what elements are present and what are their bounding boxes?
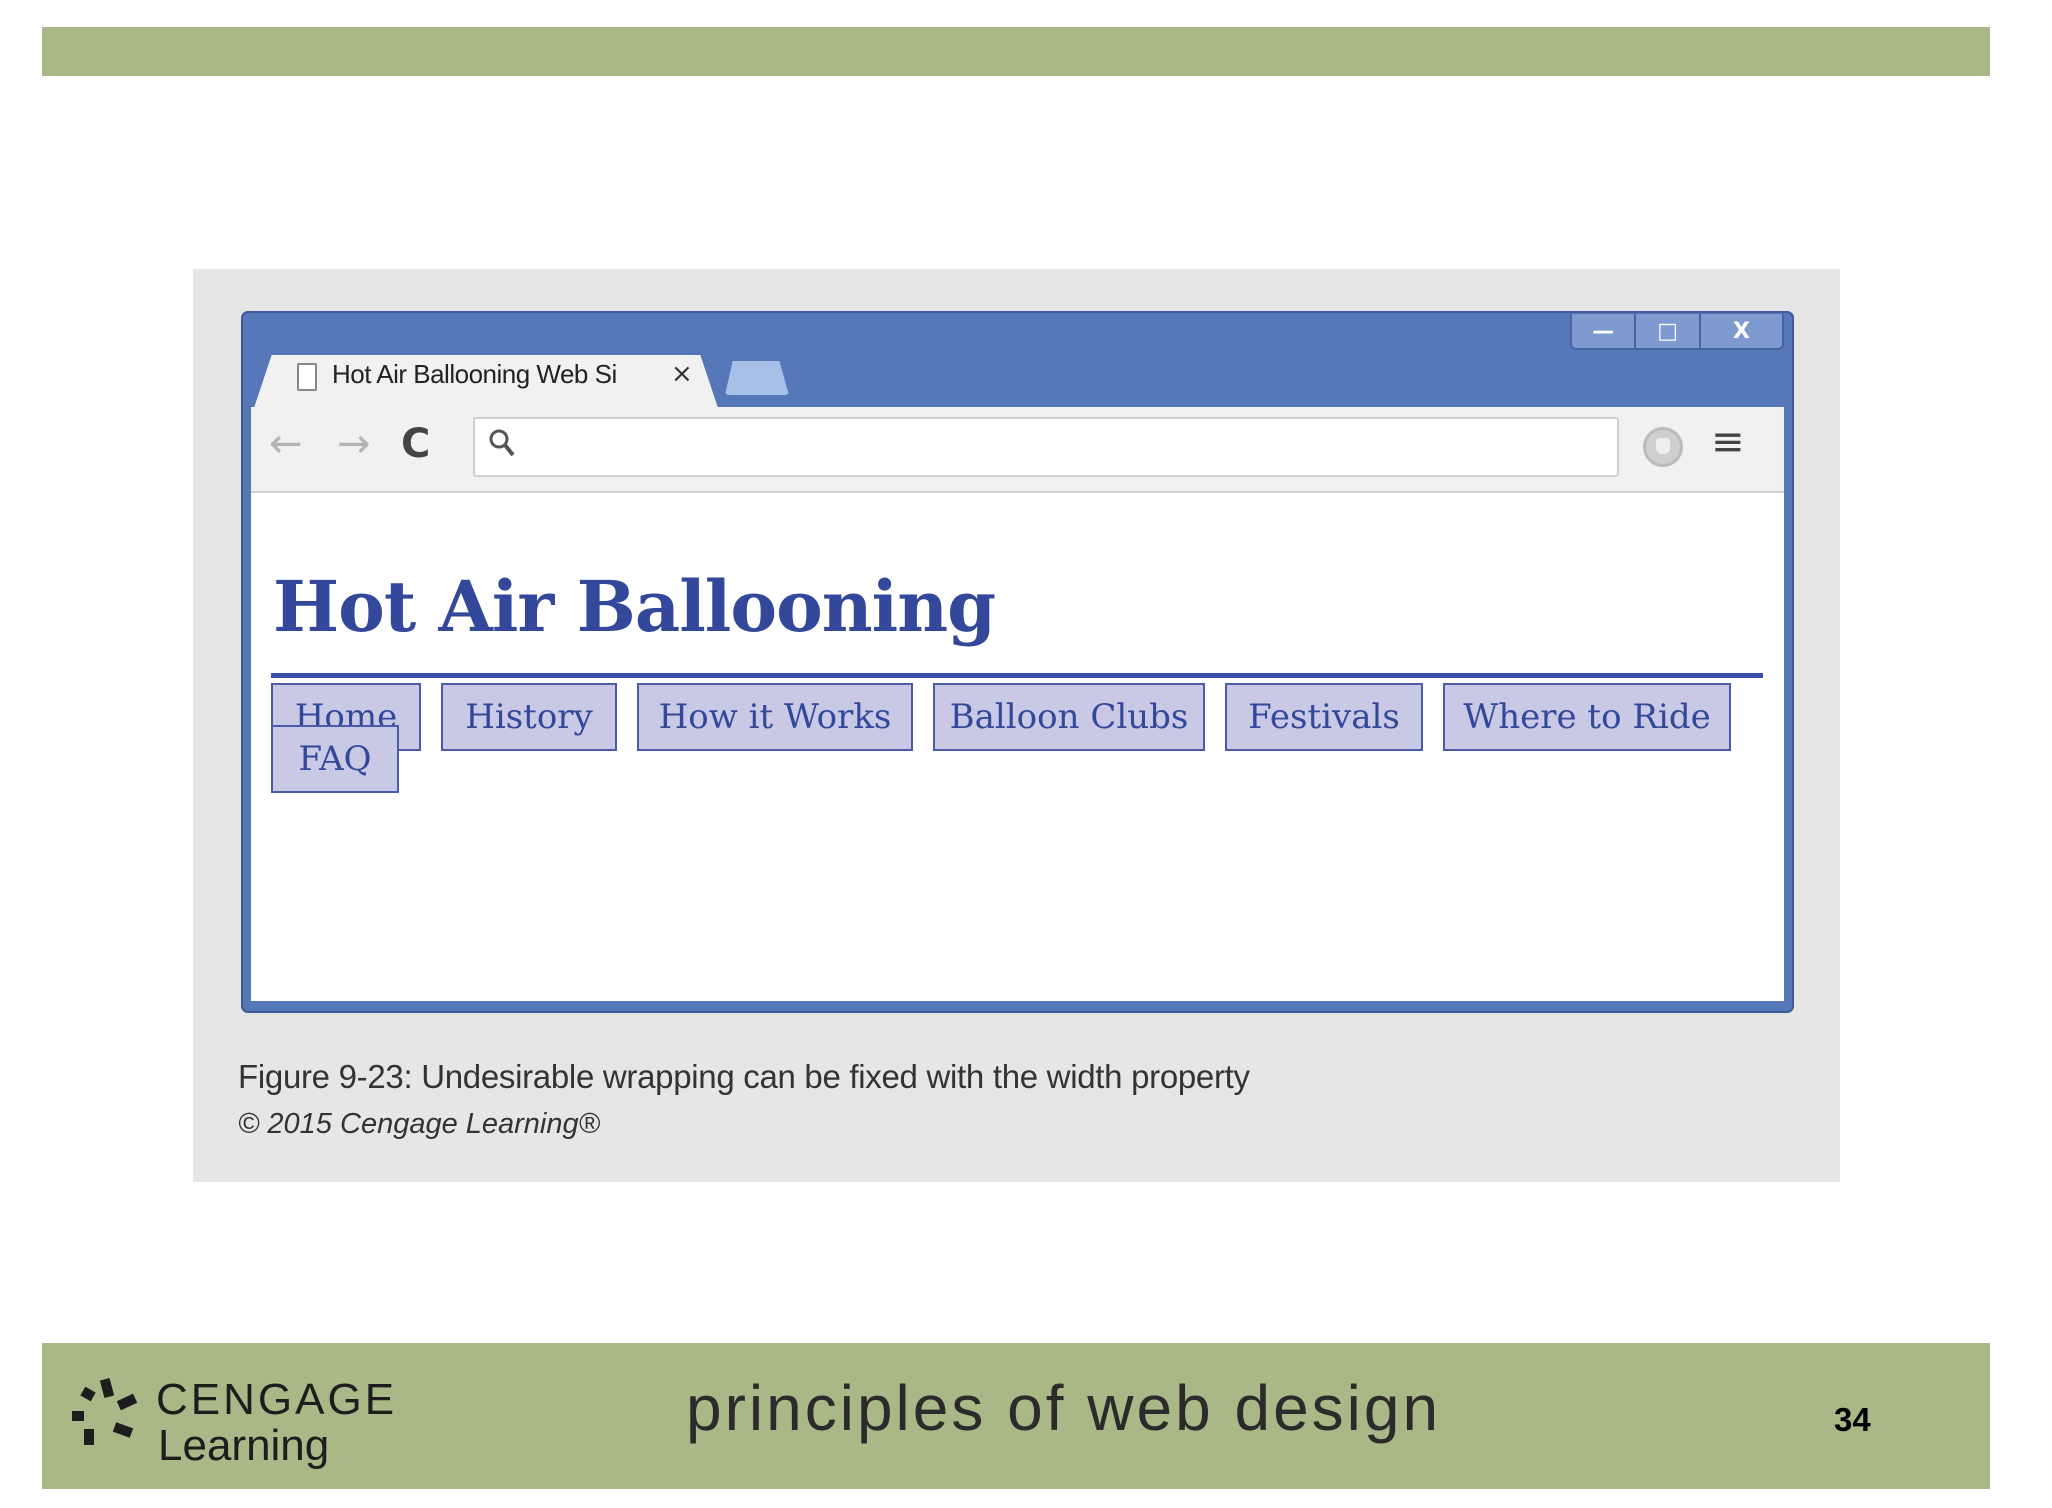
search-icon bbox=[487, 425, 517, 469]
extension-icon[interactable] bbox=[1643, 427, 1683, 467]
magnifier-icon bbox=[489, 429, 515, 457]
maximize-button[interactable]: □ bbox=[1636, 314, 1701, 348]
document-icon bbox=[297, 363, 317, 391]
figure-caption: Figure 9-23: Undesirable wrapping can be… bbox=[238, 1058, 1250, 1095]
reload-icon[interactable]: C bbox=[401, 421, 430, 467]
browser-toolbar: ← → C ≡ bbox=[251, 407, 1784, 493]
page-heading: Hot Air Ballooning bbox=[273, 565, 996, 648]
nav-button-faq[interactable]: FAQ bbox=[271, 725, 399, 793]
nav-button-balloon-clubs[interactable]: Balloon Clubs bbox=[933, 683, 1205, 751]
tab-close-icon[interactable]: × bbox=[671, 359, 693, 389]
page-viewport: Hot Air Ballooning Home History How it W… bbox=[251, 493, 1784, 1001]
figure-copyright: © 2015 Cengage Learning® bbox=[238, 1108, 601, 1140]
forward-arrow-icon[interactable]: → bbox=[337, 421, 371, 467]
browser-window: — □ X Hot Air Ballooning Web Si × ← → C … bbox=[241, 311, 1794, 1013]
nav-button-how-it-works[interactable]: How it Works bbox=[637, 683, 913, 751]
address-bar[interactable] bbox=[473, 417, 1619, 477]
new-tab-button[interactable] bbox=[725, 361, 789, 395]
back-arrow-icon[interactable]: ← bbox=[269, 421, 303, 467]
nav-button-festivals[interactable]: Festivals bbox=[1225, 683, 1423, 751]
bottom-band: CENGAGE Learning principles of web desig… bbox=[42, 1343, 1990, 1489]
nav-button-where-to-ride[interactable]: Where to Ride bbox=[1443, 683, 1731, 751]
logo-wordmark: CENGAGE bbox=[156, 1375, 398, 1424]
logo-subtitle: Learning bbox=[158, 1421, 330, 1470]
tab-title: Hot Air Ballooning Web Si bbox=[332, 359, 617, 389]
page-number: 34 bbox=[1834, 1401, 1871, 1438]
nav-button-history[interactable]: History bbox=[441, 683, 617, 751]
top-accent-band bbox=[42, 27, 1990, 76]
window-controls: — □ X bbox=[1570, 314, 1784, 350]
minimize-button[interactable]: — bbox=[1572, 314, 1637, 348]
menu-icon[interactable]: ≡ bbox=[1711, 419, 1745, 465]
cengage-logo-icon bbox=[72, 1378, 138, 1445]
close-window-button[interactable]: X bbox=[1701, 314, 1782, 348]
heading-rule bbox=[271, 673, 1763, 678]
course-title: principles of web design bbox=[686, 1372, 1442, 1444]
